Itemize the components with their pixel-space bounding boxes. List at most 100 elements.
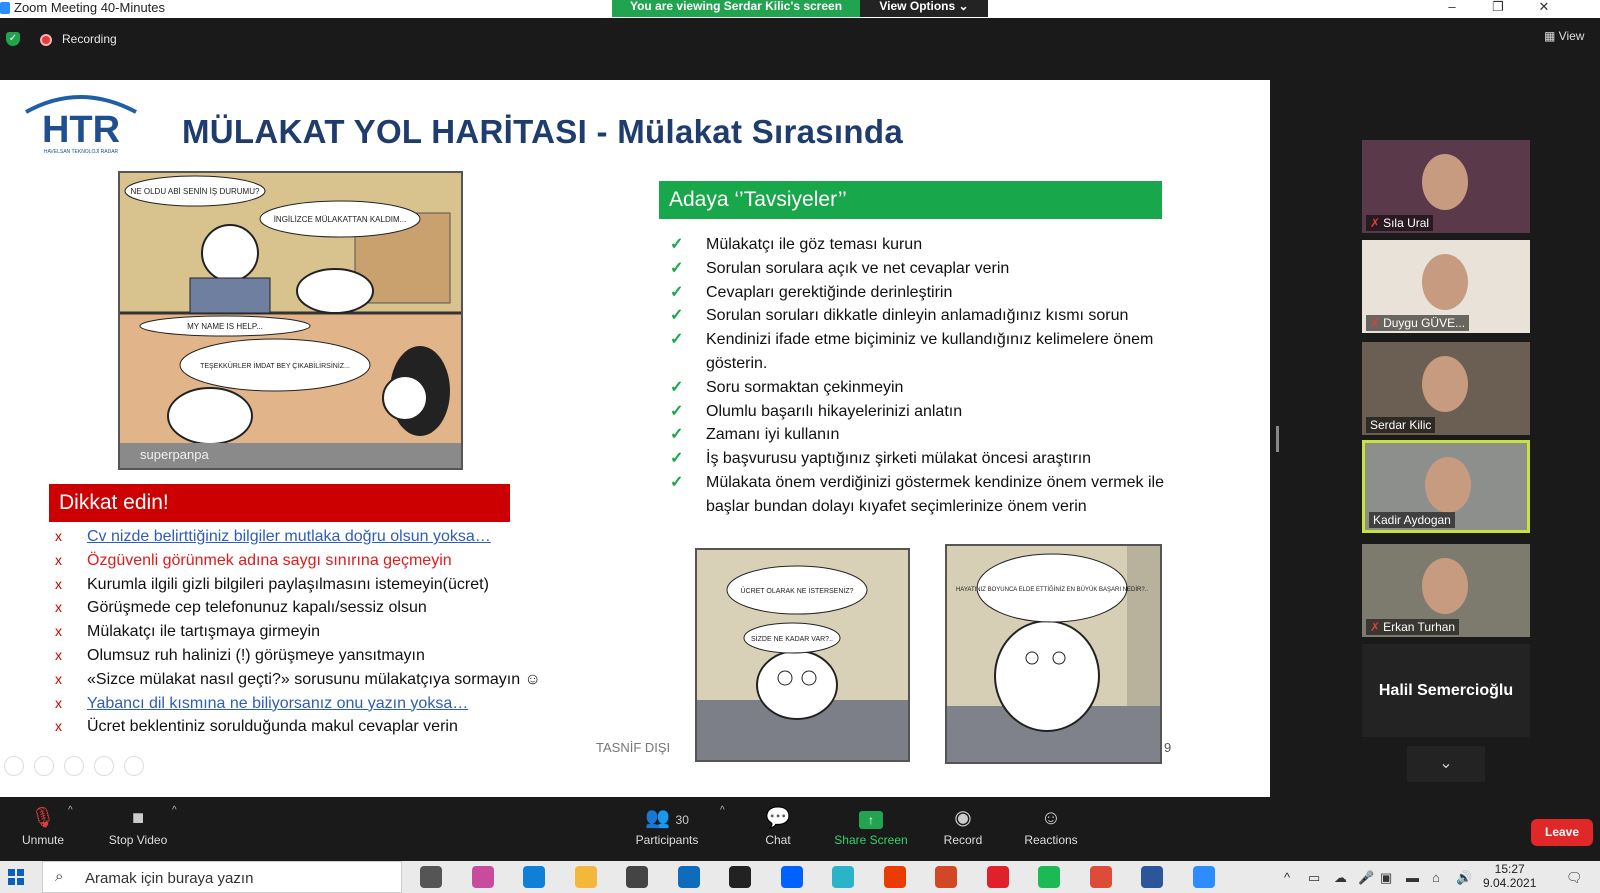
record-label: Record <box>943 833 983 847</box>
share-screen-button[interactable]: ↑ Share Screen <box>828 803 914 847</box>
stop-video-button[interactable]: ■ Stop Video <box>95 803 181 847</box>
video-tile[interactable]: Serdar Kilic <box>1362 342 1530 435</box>
advice-item-text: Mülakata önem verdiğinizi göstermek kend… <box>706 473 1164 515</box>
restore-button[interactable]: ❐ <box>1478 0 1518 16</box>
cartoon-bubble-1: NE OLDU ABİ SENİN İŞ DURUMU? <box>131 187 260 196</box>
dikkat-item[interactable]: x Cv nizde belirttiğiniz bilgiler mutlaka… <box>55 528 615 552</box>
participant-name: Serdar Kilic <box>1370 418 1432 432</box>
taskbar-app-icon[interactable] <box>832 866 854 888</box>
close-button[interactable]: ✕ <box>1524 0 1564 16</box>
display-icon[interactable]: ▣ <box>1380 870 1392 886</box>
taskbar-app-icon[interactable] <box>523 866 545 888</box>
reactions-button[interactable]: ☺ Reactions <box>1008 803 1094 847</box>
show-hidden-icons[interactable]: ^ <box>1284 870 1290 885</box>
cartoon-bubble-2: İNGİLİZCE MÜLAKATTAN KALDIM... <box>274 215 407 224</box>
participant-video <box>1422 154 1468 210</box>
video-tile[interactable]: ✗ Sıla Ural <box>1362 140 1530 233</box>
video-tile[interactable]: ✗ Duygu GÜVE... <box>1362 240 1530 333</box>
taskbar-app-icon[interactable] <box>729 866 751 888</box>
taskbar-app-icon[interactable] <box>626 866 648 888</box>
meeting-top-bar: ✓ Recording ▦ View <box>0 18 1600 80</box>
video-options-caret[interactable]: ^ <box>172 805 177 816</box>
slides-icon[interactable] <box>94 756 114 776</box>
x-mark-icon: x <box>55 599 62 616</box>
taskbar-app-icon[interactable] <box>883 866 906 888</box>
split-view-handle[interactable] <box>1276 426 1279 452</box>
cartoon-bubble-3: MY NAME IS HELP... <box>187 322 263 331</box>
pen-icon[interactable] <box>64 756 84 776</box>
volume-icon[interactable]: 🔊 <box>1456 870 1472 886</box>
participants-options-caret[interactable]: ^ <box>720 805 725 816</box>
advice-item: ✓ Soru sormaktan çekinmeyin <box>670 376 1170 400</box>
network-icon[interactable]: ⌂ <box>1432 870 1440 885</box>
meet-now-icon[interactable]: ▭ <box>1308 870 1320 886</box>
minimize-button[interactable]: – <box>1432 0 1472 16</box>
record-icon: ◉ <box>954 807 972 829</box>
taskbar-app-icon[interactable] <box>471 866 494 888</box>
advice-header: Adaya ‘’Tavsiyeler’’ <box>659 181 1162 219</box>
checkmark-icon: ✓ <box>670 402 684 420</box>
taskbar-clock[interactable]: 15:27 9.04.2021 <box>1483 862 1536 890</box>
video-tile[interactable]: ✗ Erkan Turhan <box>1362 544 1530 637</box>
recording-icon <box>40 34 52 46</box>
classification-label: TASNİF DIŞI <box>596 740 671 755</box>
next-slide-icon[interactable] <box>34 756 54 776</box>
search-placeholder: Aramak için buraya yazın <box>85 870 254 887</box>
audio-options-caret[interactable]: ^ <box>68 805 73 816</box>
unmute-button[interactable]: 🎙 Unmute <box>0 803 86 847</box>
reactions-label: Reactions <box>1024 833 1078 847</box>
taskbar-app-icon[interactable] <box>677 866 700 888</box>
battery-icon[interactable]: ▬ <box>1406 870 1419 885</box>
advice-item: ✓ Mülakatçı ile göz teması kurun <box>670 233 1170 257</box>
view-button[interactable]: ▦ View <box>1544 29 1584 43</box>
advice-item-text: Cevapları gerektiğinde derinleştirin <box>706 283 953 301</box>
taskbar-app-icon[interactable] <box>986 866 1009 888</box>
taskbar-app-icon[interactable] <box>574 866 597 888</box>
participants-button[interactable]: 👥 30 Participants <box>624 803 710 847</box>
taskbar-app-icon[interactable] <box>935 866 957 888</box>
leave-button[interactable]: Leave <box>1531 819 1593 846</box>
dikkat-item[interactable]: x Yabancı dil kısmına ne biliyorsanız onu… <box>55 695 615 719</box>
participants-label: Participants <box>635 833 699 847</box>
chevron-down-icon: ⌄ <box>958 0 969 13</box>
taskbar-app-icon[interactable] <box>780 866 803 888</box>
meeting-toolbar: 🎙 Unmute ^ ■ Stop Video ^ 👥 30 Participa… <box>0 797 1600 861</box>
x-mark-icon: x <box>55 575 62 592</box>
participant-name-tile[interactable]: Halil Semercioğlu <box>1362 644 1530 737</box>
taskbar-app-icon[interactable] <box>1192 866 1215 888</box>
notifications-icon[interactable]: 🗨 <box>1566 870 1583 886</box>
taskbar-app-icon[interactable] <box>1141 866 1163 888</box>
advice-item-text: Sorulan soruları dikkatle dinleyin anlam… <box>706 307 1129 325</box>
taskbar-app-icon[interactable] <box>1038 866 1060 888</box>
dikkat-header: Dikkat edin! <box>49 484 510 522</box>
viewing-screen-banner: You are viewing Serdar Kilic's screen <box>612 0 860 17</box>
dikkat-item-text: «Sizce mülakat nasıl geçti?» sorusunu mü… <box>87 670 541 688</box>
shield-icon[interactable]: ✓ <box>6 32 20 46</box>
record-button[interactable]: ◉ Record <box>920 803 1006 847</box>
x-mark-icon: x <box>55 551 62 568</box>
video-tile[interactable]: Kadir Aydogan <box>1362 440 1530 533</box>
chat-button[interactable]: 💬 Chat <box>735 803 821 847</box>
view-options-button[interactable]: View Options ⌄ <box>860 0 988 17</box>
participant-video <box>1422 558 1468 614</box>
onedrive-icon[interactable]: ☁ <box>1334 870 1347 886</box>
clock-time: 15:27 <box>1494 862 1525 876</box>
microphone-muted-icon: ✗ <box>1370 216 1381 230</box>
dikkat-item-text: Mülakatçı ile tartışmaya girmeyin <box>87 623 320 641</box>
advice-item: ✓ Kendinizi ifade etme biçiminiz ve kulla… <box>670 328 1170 376</box>
taskbar-search-input[interactable]: ⌕ Aramak için buraya yazın <box>42 861 402 893</box>
search-icon: ⌕ <box>55 868 64 885</box>
windows-start-icon[interactable] <box>8 869 24 885</box>
zoom-icon[interactable] <box>124 756 144 776</box>
cartoon-bubble-4: TEŞEKKÜRLER İMDAT BEY ÇIKABİLİRSİNİZ... <box>200 361 350 370</box>
x-mark-icon: x <box>55 718 62 735</box>
previous-slide-icon[interactable] <box>4 756 24 776</box>
microphone-icon[interactable]: 🎤 <box>1358 870 1374 886</box>
dikkat-item-text: Ücret beklentiniz sorulduğunda makul cev… <box>87 718 458 736</box>
checkmark-icon: ✓ <box>670 450 684 468</box>
taskbar-app-icon[interactable] <box>420 866 442 888</box>
advice-item: ✓ Cevapları gerektiğinde derinleştirin <box>670 281 1170 305</box>
dikkat-item: x Görüşmede cep telefonunuz kapalı/sessiz… <box>55 599 615 623</box>
taskbar-app-icon[interactable] <box>1089 866 1112 888</box>
scroll-down-button[interactable]: ⌄ <box>1407 746 1485 782</box>
